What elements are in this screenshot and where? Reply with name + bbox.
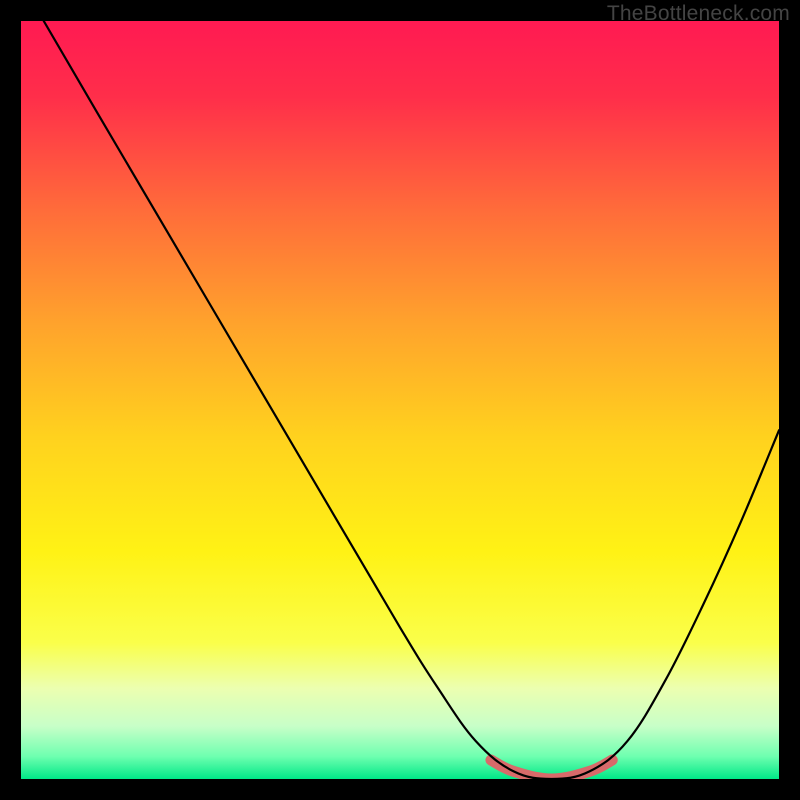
- gradient-background: [21, 21, 779, 779]
- chart-frame: [21, 21, 779, 779]
- bottleneck-chart: [21, 21, 779, 779]
- watermark-text: TheBottleneck.com: [607, 2, 790, 26]
